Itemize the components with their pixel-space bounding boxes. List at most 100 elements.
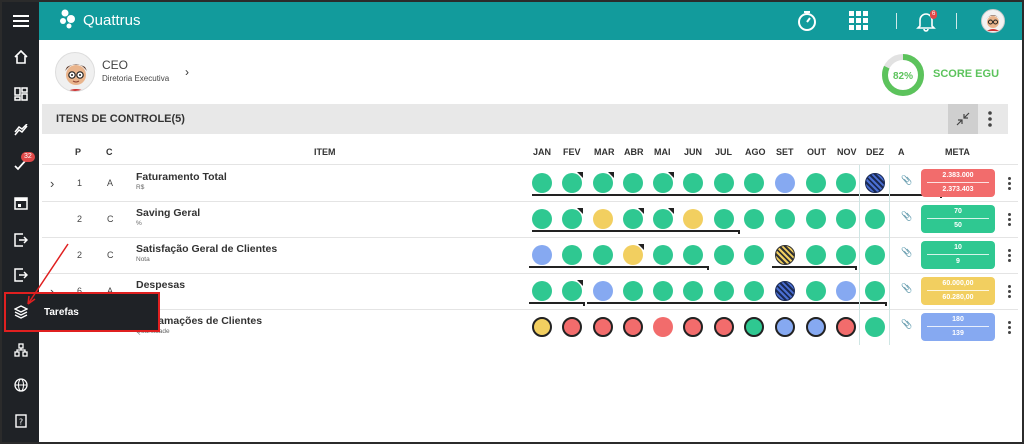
meta-badge[interactable]: 2.383.000 2.373.403 xyxy=(921,169,995,197)
month-status-dot[interactable] xyxy=(683,317,703,337)
month-status-dot[interactable] xyxy=(683,281,703,301)
month-status-dot[interactable] xyxy=(623,173,643,193)
month-status-dot[interactable] xyxy=(806,173,826,193)
month-status-dot[interactable] xyxy=(653,281,673,301)
month-status-dot[interactable] xyxy=(593,281,613,301)
month-status-dot[interactable] xyxy=(744,209,764,229)
month-status-dot[interactable] xyxy=(806,245,826,265)
col-header-item[interactable]: ITEM xyxy=(314,147,336,157)
attachment-icon[interactable]: 📎 xyxy=(901,320,912,330)
attachment-icon[interactable]: 📎 xyxy=(901,176,912,186)
month-status-dot[interactable] xyxy=(714,209,734,229)
month-status-dot[interactable] xyxy=(865,209,885,229)
brand-name[interactable]: Quattrus xyxy=(83,12,141,29)
month-status-dot[interactable] xyxy=(653,317,673,337)
month-status-dot[interactable] xyxy=(593,172,614,193)
col-header-month[interactable]: MAR xyxy=(594,147,615,157)
more-options-icon[interactable] xyxy=(988,110,992,133)
month-status-dot[interactable] xyxy=(683,173,703,193)
month-status-dot[interactable] xyxy=(775,173,795,193)
month-status-dot[interactable] xyxy=(775,317,795,337)
month-status-dot[interactable] xyxy=(865,317,885,337)
month-status-dot[interactable] xyxy=(593,209,613,229)
row-item-name[interactable]: Despesas xyxy=(136,279,185,291)
col-header-month[interactable]: FEV xyxy=(563,147,581,157)
timer-icon[interactable] xyxy=(796,2,818,40)
month-status-dot[interactable] xyxy=(744,173,764,193)
month-status-dot[interactable] xyxy=(653,245,673,265)
attachment-icon[interactable]: 📎 xyxy=(901,248,912,258)
col-header-month[interactable]: JUL xyxy=(715,147,732,157)
month-status-dot[interactable] xyxy=(836,245,856,265)
col-header-month[interactable]: AGO xyxy=(745,147,766,157)
meta-badge[interactable]: 60.000,00 60.280,00 xyxy=(921,277,995,305)
meta-badge[interactable]: 10 9 xyxy=(921,241,995,269)
month-status-dot[interactable] xyxy=(714,317,734,337)
col-header-month[interactable]: NOV xyxy=(837,147,857,157)
month-status-dot[interactable] xyxy=(775,209,795,229)
month-status-dot[interactable] xyxy=(865,245,885,265)
apps-grid-icon[interactable] xyxy=(849,2,869,40)
col-header-meta[interactable]: META xyxy=(945,147,970,157)
month-status-dot[interactable] xyxy=(714,245,734,265)
month-status-dot[interactable] xyxy=(744,317,764,337)
row-more-icon[interactable] xyxy=(1008,247,1012,264)
month-status-dot[interactable] xyxy=(836,317,856,337)
month-status-dot[interactable] xyxy=(562,317,582,337)
month-status-dot[interactable] xyxy=(562,280,583,301)
month-status-dot[interactable] xyxy=(744,281,764,301)
month-status-dot[interactable] xyxy=(623,208,644,229)
month-status-dot[interactable] xyxy=(744,245,764,265)
row-item-name[interactable]: Saving Geral xyxy=(136,207,200,219)
month-status-dot[interactable] xyxy=(562,245,582,265)
col-header-month[interactable]: DEZ xyxy=(866,147,884,157)
row-item-name[interactable]: Satisfação Geral de Clientes xyxy=(136,243,277,255)
month-status-dot[interactable] xyxy=(532,281,552,301)
globe-icon[interactable] xyxy=(2,370,39,400)
col-header-month[interactable]: JUN xyxy=(684,147,702,157)
month-status-dot[interactable] xyxy=(562,172,583,193)
month-status-dot[interactable] xyxy=(623,317,643,337)
col-header-c[interactable]: C xyxy=(106,147,113,157)
row-more-icon[interactable] xyxy=(1008,211,1012,228)
user-avatar[interactable] xyxy=(981,2,1005,40)
row-item-name[interactable]: Faturamento Total xyxy=(136,171,227,183)
bell-icon[interactable]: 6 xyxy=(916,2,938,40)
month-status-dot[interactable] xyxy=(623,281,643,301)
month-status-dot[interactable] xyxy=(532,209,552,229)
month-status-dot[interactable] xyxy=(775,245,795,265)
month-status-dot[interactable] xyxy=(683,245,703,265)
month-status-dot[interactable] xyxy=(714,173,734,193)
month-status-dot[interactable] xyxy=(806,209,826,229)
col-header-month[interactable]: MAI xyxy=(654,147,671,157)
col-header-month[interactable]: OUT xyxy=(807,147,826,157)
month-status-dot[interactable] xyxy=(683,209,703,229)
month-status-dot[interactable] xyxy=(836,209,856,229)
month-status-dot[interactable] xyxy=(653,208,674,229)
col-header-month[interactable]: SET xyxy=(776,147,794,157)
month-status-dot[interactable] xyxy=(532,245,552,265)
month-status-dot[interactable] xyxy=(532,317,552,337)
month-status-dot[interactable] xyxy=(714,281,734,301)
help-icon[interactable]: ? xyxy=(2,406,39,436)
org-chart-icon[interactable] xyxy=(2,335,39,365)
row-more-icon[interactable] xyxy=(1008,319,1012,336)
month-status-dot[interactable] xyxy=(865,173,885,193)
month-status-dot[interactable] xyxy=(836,173,856,193)
collapse-icon[interactable] xyxy=(948,104,978,134)
col-header-month[interactable]: JAN xyxy=(533,147,551,157)
month-status-dot[interactable] xyxy=(532,173,552,193)
month-status-dot[interactable] xyxy=(806,281,826,301)
month-status-dot[interactable] xyxy=(653,172,674,193)
month-status-dot[interactable] xyxy=(836,281,856,301)
month-status-dot[interactable] xyxy=(623,244,644,265)
row-more-icon[interactable] xyxy=(1008,283,1012,300)
chevron-right-icon[interactable]: › xyxy=(185,65,189,79)
attachment-icon[interactable]: 📎 xyxy=(901,284,912,294)
col-header-month[interactable]: ABR xyxy=(624,147,644,157)
meta-badge[interactable]: 180 139 xyxy=(921,313,995,341)
meta-badge[interactable]: 70 50 xyxy=(921,205,995,233)
month-status-dot[interactable] xyxy=(562,208,583,229)
row-more-icon[interactable] xyxy=(1008,175,1012,192)
col-header-a[interactable]: A xyxy=(898,147,905,157)
